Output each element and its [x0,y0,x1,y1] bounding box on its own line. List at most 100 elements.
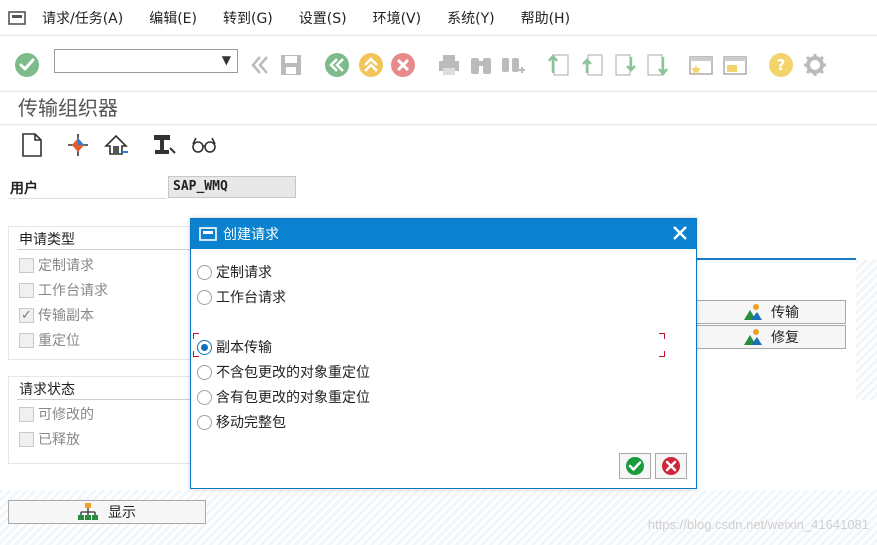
find-next-icon[interactable] [500,52,526,78]
title-divider [0,124,877,125]
request-type-group: 申请类型 定制请求 工作台请求 ✓ 传输副本 重定位 [8,226,198,360]
checkbox-box[interactable] [19,406,34,422]
repair-label: 修复 [771,330,799,346]
menu-system[interactable]: 系统(Y) [447,8,494,28]
radio-label: 副本传输 [216,340,272,356]
radio-button[interactable] [197,264,212,280]
radio-button[interactable] [197,289,212,305]
standard-toolbar: ▼ ? [0,36,877,92]
save-icon[interactable] [278,52,304,78]
checkbox-transport-copy[interactable]: ✓ 传输副本 [19,305,94,325]
new-session-icon[interactable] [688,52,714,78]
page-title: 传输组织器 [18,96,118,120]
checkbox-released[interactable]: 已释放 [19,429,80,449]
radio-move-package[interactable]: 移动完整包 [197,412,286,432]
user-label-underline [8,198,166,199]
radio-button[interactable] [197,414,212,430]
cancel-icon[interactable] [390,52,416,78]
request-status-title: 请求状态 [19,382,75,398]
confirm-icon[interactable] [14,52,40,78]
checkbox-box[interactable] [19,282,34,298]
checkbox-label: 定制请求 [38,258,94,274]
checkmark-icon[interactable]: ✓ [19,307,34,323]
gear-icon[interactable] [802,52,828,78]
request-status-group: 请求状态 可修改的 已释放 [8,376,198,464]
radio-button[interactable] [197,364,212,380]
group-title-line [17,249,197,250]
close-icon[interactable] [672,225,688,241]
checkbox-custom-request[interactable]: 定制请求 [19,255,94,275]
user-label: 用户 [10,181,38,197]
dialog-ok-button[interactable] [619,453,651,479]
exit-icon[interactable] [358,52,384,78]
focus-bracket [659,351,665,357]
check-icon [626,457,644,475]
group-title-line [17,399,197,400]
background-pattern [856,260,877,400]
next-page-icon[interactable] [612,52,638,78]
radio-workbench-request[interactable]: 工作台请求 [197,287,286,307]
dialog-cancel-button[interactable] [655,453,687,479]
checkbox-relocation[interactable]: 重定位 [19,330,80,350]
checkbox-label: 可修改的 [38,407,94,423]
checkbox-label: 传输副本 [38,308,94,324]
checkbox-box[interactable] [19,332,34,348]
radio-button-selected[interactable] [197,339,212,355]
section-divider [696,258,856,260]
back-icon[interactable] [324,52,350,78]
radio-label: 移动完整包 [216,415,286,431]
menu-edit[interactable]: 编辑(E) [149,8,197,28]
checkbox-label: 工作台请求 [38,283,108,299]
watermark: https://blog.csdn.net/weixin_41641081 [647,517,869,532]
print-icon[interactable] [436,52,462,78]
checkbox-label: 已释放 [38,432,80,448]
create-document-icon[interactable] [18,132,46,158]
transport-label: 传输 [771,305,799,321]
previous-page-icon[interactable] [580,52,606,78]
radio-label: 含有包更改的对象重定位 [216,390,370,406]
create-request-dialog: 创建请求 定制请求 工作台请求 副本传输 不含包更改的对象重定位 含有包更改的对… [190,218,697,489]
help-icon[interactable]: ? [768,52,794,78]
menu-environment[interactable]: 环境(V) [373,8,422,28]
menu-goto[interactable]: 转到(G) [223,8,273,28]
cancel-x-icon [662,457,680,475]
radio-label: 工作台请求 [216,290,286,306]
dialog-window-icon [199,227,217,241]
user-field[interactable]: SAP_WMQ [168,176,296,198]
checkbox-box[interactable] [19,431,34,447]
transport-button[interactable]: 传输 [696,300,846,324]
app-menu-icon[interactable] [8,10,26,25]
checkbox-box[interactable] [19,257,34,273]
radio-button[interactable] [197,389,212,405]
find-icon[interactable] [468,52,494,78]
display-label: 显示 [108,505,136,521]
display-change-icon[interactable] [64,132,92,158]
double-left-icon[interactable] [246,52,272,78]
checkbox-label: 重定位 [38,333,80,349]
menu-settings[interactable]: 设置(S) [299,8,347,28]
request-type-title: 申请类型 [19,232,75,248]
repair-button[interactable]: 修复 [696,325,846,349]
release-icon[interactable] [102,132,130,158]
menu-bar: 请求/任务(A) 编辑(E) 转到(G) 设置(S) 环境(V) 系统(Y) 帮… [0,0,877,36]
dialog-title: 创建请求 [223,227,279,243]
shortcut-icon[interactable] [722,52,748,78]
radio-custom-request[interactable]: 定制请求 [197,262,272,282]
menu-help[interactable]: 帮助(H) [521,8,570,28]
radio-relocation-with-package[interactable]: 含有包更改的对象重定位 [197,387,370,407]
radio-transport-copy[interactable]: 副本传输 [197,337,272,357]
svg-text:?: ? [777,56,786,74]
command-field[interactable]: ▼ [54,49,238,73]
tools-icon[interactable] [150,132,178,158]
first-page-icon[interactable] [546,52,572,78]
display-button[interactable]: 显示 [8,500,206,524]
radio-relocation-no-package[interactable]: 不含包更改的对象重定位 [197,362,370,382]
focus-bracket [659,333,665,339]
menu-request-task[interactable]: 请求/任务(A) [42,8,123,28]
glasses-icon[interactable] [190,132,218,158]
repair-icon [744,329,762,345]
chevron-down-icon[interactable]: ▼ [222,53,231,67]
last-page-icon[interactable] [644,52,670,78]
checkbox-workbench-request[interactable]: 工作台请求 [19,280,108,300]
checkbox-modifiable[interactable]: 可修改的 [19,404,94,424]
